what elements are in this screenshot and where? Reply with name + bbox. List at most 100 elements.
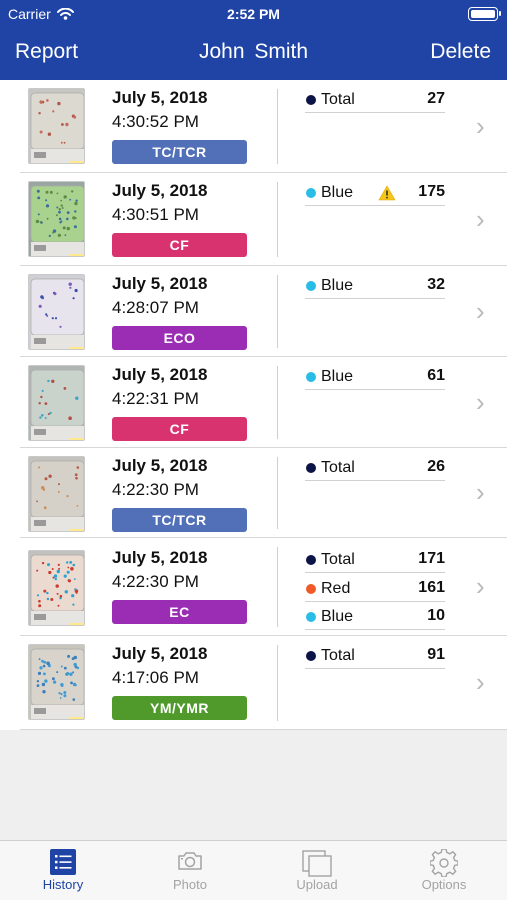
column-divider: [277, 275, 278, 348]
colony-count: Total 26: [305, 457, 445, 481]
colony-count: Total 171: [305, 549, 445, 573]
count-value: 171: [418, 550, 445, 567]
tab-label: Options: [421, 877, 467, 892]
count-underline: [305, 298, 445, 299]
tab-upload[interactable]: Upload: [254, 841, 380, 900]
tab-label: Photo: [173, 877, 207, 892]
count-label: Total: [321, 647, 355, 664]
tab-label: History: [42, 877, 84, 892]
history-row[interactable]: July 5, 2018 4:30:51 PM CF Blue 175 ›: [0, 173, 507, 266]
history-row[interactable]: July 5, 2018 4:30:52 PM TC/TCR Total 27 ›: [0, 80, 507, 173]
test-type-badge: CF: [112, 233, 247, 257]
count-value: 175: [418, 183, 445, 200]
delete-button[interactable]: Delete: [430, 40, 491, 64]
count-underline: [305, 389, 445, 390]
nav-bar: Report John Smith Delete: [0, 30, 507, 80]
count-value: 32: [427, 276, 445, 293]
count-underline: [305, 205, 445, 206]
test-type-badge: CF: [112, 417, 247, 441]
column-divider: [277, 366, 278, 439]
history-row[interactable]: July 5, 2018 4:28:07 PM ECO Blue 32 ›: [0, 266, 507, 357]
chevron-right-icon[interactable]: ›: [476, 479, 485, 505]
record-date: July 5, 2018: [112, 88, 208, 107]
series-dot: [306, 612, 316, 622]
column-divider: [277, 457, 278, 529]
row-separator: [20, 729, 507, 730]
count-label: Blue: [321, 184, 354, 201]
count-value: 26: [427, 458, 445, 475]
record-time: 4:28:07 PM: [112, 298, 199, 317]
record-date: July 5, 2018: [112, 274, 208, 293]
colony-count: Blue 175: [305, 182, 445, 206]
tab-photo[interactable]: Photo: [127, 841, 253, 900]
record-time: 4:30:51 PM: [112, 205, 199, 224]
record-date: July 5, 2018: [112, 456, 208, 475]
app: Carrier 2:52 PM Report John Smith Delete…: [0, 0, 507, 900]
series-dot: [306, 555, 316, 565]
series-dot: [306, 372, 316, 382]
status-bar: Carrier 2:52 PM: [0, 0, 507, 30]
column-divider: [277, 182, 278, 257]
series-dot: [306, 281, 316, 291]
count-underline: [305, 629, 445, 630]
colony-count: Total 27: [305, 89, 445, 113]
count-label: Total: [321, 551, 355, 568]
column-divider: [277, 89, 278, 164]
warning-icon: [378, 185, 396, 206]
chevron-right-icon[interactable]: ›: [476, 669, 485, 695]
colony-count: Total 91: [305, 645, 445, 669]
colony-count: Red 161: [305, 578, 445, 602]
record-date: July 5, 2018: [112, 548, 208, 567]
chevron-right-icon[interactable]: ›: [476, 573, 485, 599]
test-type-badge: ECO: [112, 326, 247, 350]
series-dot: [306, 95, 316, 105]
tab-options[interactable]: Options: [381, 841, 507, 900]
tab-label: Upload: [296, 877, 338, 892]
record-date: July 5, 2018: [112, 181, 208, 200]
test-type-badge: YM/YMR: [112, 696, 247, 720]
count-underline: [305, 112, 445, 113]
chevron-right-icon[interactable]: ›: [476, 389, 485, 415]
count-underline: [305, 572, 445, 573]
sample-photo-thumbnail: [28, 644, 85, 720]
count-underline: [305, 600, 445, 602]
count-label: Red: [321, 579, 351, 597]
count-label: Blue: [321, 277, 354, 294]
count-underline: [305, 668, 445, 669]
series-dot: [306, 583, 316, 594]
sample-photo-thumbnail: [28, 181, 85, 257]
history-row[interactable]: July 5, 2018 4:22:31 PM CF Blue 61 ›: [0, 357, 507, 448]
history-row[interactable]: July 5, 2018 4:17:06 PM YM/YMR Total 91 ›: [0, 636, 507, 730]
test-type-badge: EC: [112, 600, 247, 624]
record-time: 4:17:06 PM: [112, 668, 199, 687]
chevron-right-icon[interactable]: ›: [476, 298, 485, 324]
history-row[interactable]: July 5, 2018 4:22:30 PM TC/TCR Total 26 ›: [0, 448, 507, 538]
count-underline: [305, 480, 445, 481]
count-value: 91: [427, 646, 445, 663]
list-icon: [50, 849, 76, 880]
series-dot: [306, 188, 316, 198]
column-divider: [277, 547, 278, 627]
history-row[interactable]: July 5, 2018 4:22:30 PM EC Total 171 Red 161 Bl…: [0, 538, 507, 636]
count-label: Total: [321, 91, 355, 108]
sample-photo-thumbnail: [28, 274, 85, 350]
count-value: 27: [427, 90, 445, 107]
record-time: 4:30:52 PM: [112, 112, 199, 131]
record-time: 4:22:30 PM: [112, 572, 199, 591]
tab-history[interactable]: History: [0, 841, 126, 900]
chevron-right-icon[interactable]: ›: [476, 113, 485, 139]
series-dot: [306, 651, 316, 661]
record-time: 4:22:30 PM: [112, 480, 199, 499]
sample-photo-thumbnail: [28, 550, 85, 626]
count-label: Total: [321, 459, 355, 476]
column-divider: [277, 645, 278, 721]
sample-photo-thumbnail: [28, 456, 85, 532]
sample-photo-thumbnail: [28, 88, 85, 164]
count-value: 10: [427, 607, 445, 624]
record-time: 4:22:31 PM: [112, 389, 199, 408]
count-label: Blue: [321, 608, 354, 625]
chevron-right-icon[interactable]: ›: [476, 206, 485, 232]
test-type-badge: TC/TCR: [112, 508, 247, 532]
colony-count: Blue 10: [305, 606, 445, 630]
battery-icon: [468, 7, 501, 21]
